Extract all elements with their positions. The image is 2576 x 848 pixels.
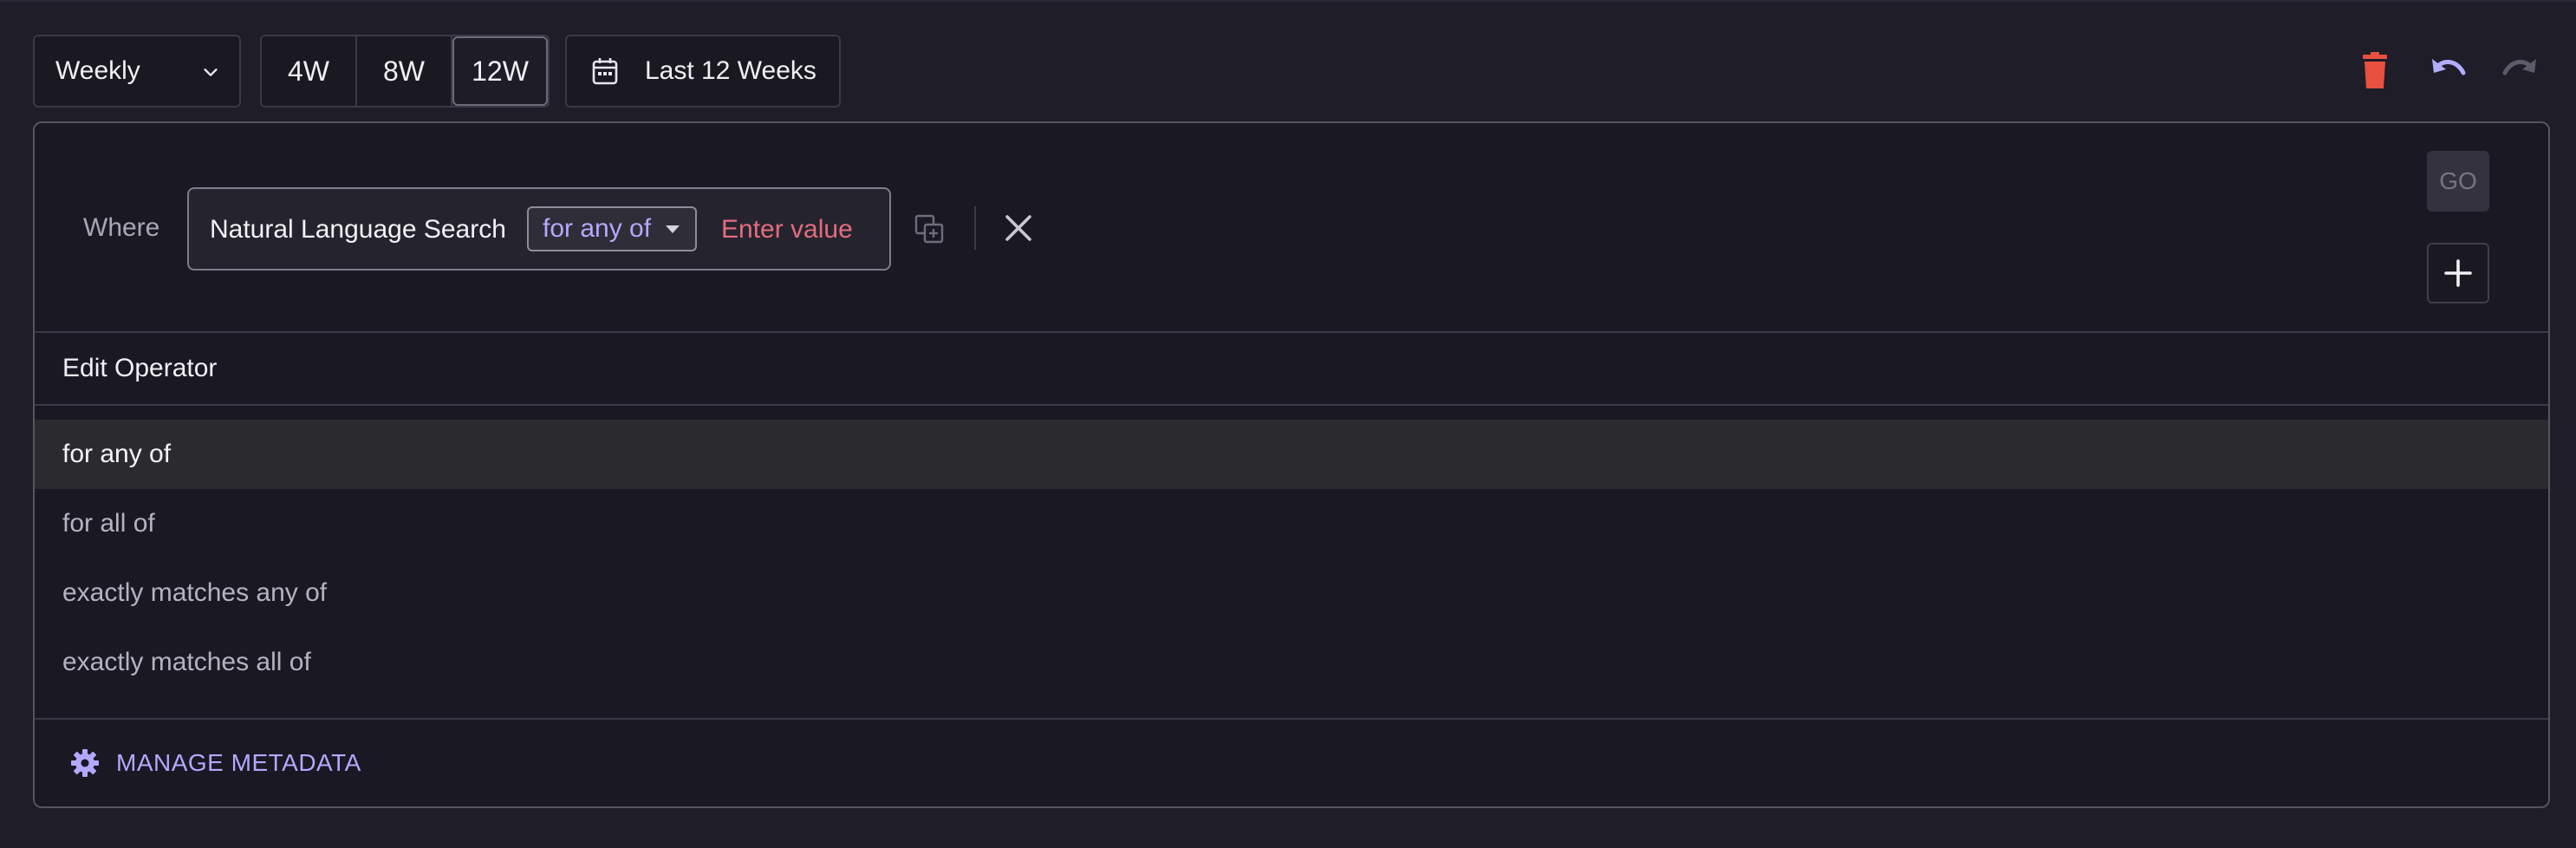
divider xyxy=(35,404,2548,406)
filter-panel: Where Natural Language Search for any of… xyxy=(33,121,2550,808)
calendar-icon xyxy=(592,58,618,85)
plus-icon xyxy=(2444,259,2472,287)
divider xyxy=(974,206,976,250)
operator-value: for any of xyxy=(543,214,652,243)
chevron-down-icon xyxy=(204,68,218,76)
undo-icon[interactable] xyxy=(2427,50,2469,92)
operator-menu-list: for any of for all of exactly matches an… xyxy=(35,420,2548,697)
operator-menu-title: Edit Operator xyxy=(62,354,218,382)
date-range-button[interactable]: Last 12 Weeks xyxy=(565,35,841,108)
manage-metadata-label: MANAGE METADATA xyxy=(116,749,361,776)
trash-icon[interactable] xyxy=(2354,50,2396,92)
interval-select[interactable]: Weekly xyxy=(33,35,241,108)
filter-value-input[interactable]: Enter value xyxy=(721,215,853,245)
operator-option-for-all-of[interactable]: for all of xyxy=(35,489,2548,558)
operator-option-exactly-matches-all-of[interactable]: exactly matches all of xyxy=(35,628,2548,697)
operator-option-exactly-matches-any-of[interactable]: exactly matches any of xyxy=(35,558,2548,628)
filter-condition[interactable]: Natural Language Search for any of Enter… xyxy=(187,187,891,271)
go-button[interactable]: GO xyxy=(2427,151,2489,212)
operator-dropdown-button[interactable]: for any of xyxy=(527,206,697,251)
redo-icon[interactable] xyxy=(2500,50,2541,92)
close-icon[interactable] xyxy=(1002,212,1035,245)
range-option-4w[interactable]: 4W xyxy=(262,36,357,106)
gear-icon xyxy=(71,749,99,777)
operator-option-for-any-of[interactable]: for any of xyxy=(35,420,2548,489)
interval-select-value: Weekly xyxy=(55,56,140,85)
range-segmented-control: 4W 8W 12W xyxy=(260,35,550,108)
query-builder-frame: Weekly 4W 8W 12W Last 12 Weeks Where Nat… xyxy=(0,0,2576,848)
divider xyxy=(35,718,2548,720)
date-range-label: Last 12 Weeks xyxy=(645,56,816,85)
add-condition-button[interactable] xyxy=(2427,243,2489,303)
range-option-12w[interactable]: 12W xyxy=(452,36,548,106)
caret-down-icon xyxy=(666,225,680,233)
where-label: Where xyxy=(83,213,160,242)
filter-field-label[interactable]: Natural Language Search xyxy=(210,215,506,245)
divider xyxy=(35,331,2548,333)
range-option-8w[interactable]: 8W xyxy=(357,36,452,106)
duplicate-icon[interactable] xyxy=(914,213,945,245)
manage-metadata-button[interactable]: MANAGE METADATA xyxy=(69,747,361,779)
